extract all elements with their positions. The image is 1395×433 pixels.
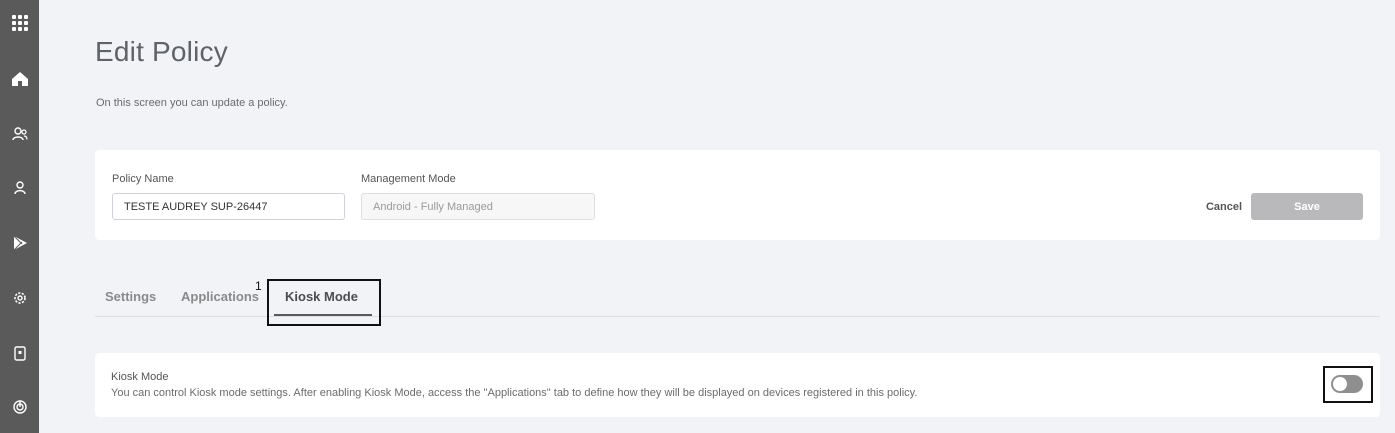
kiosk-mode-description: You can control Kiosk mode settings. Aft… bbox=[111, 387, 918, 399]
save-button[interactable]: Save bbox=[1251, 193, 1363, 220]
toggle-annotation-box bbox=[1323, 366, 1373, 403]
power-icon[interactable] bbox=[0, 392, 39, 422]
policy-form-card: Policy Name Management Mode Cancel Save bbox=[95, 150, 1380, 240]
tab-settings[interactable]: Settings bbox=[105, 289, 156, 304]
settings-gear-icon[interactable] bbox=[0, 283, 39, 313]
policy-name-label: Policy Name bbox=[112, 173, 174, 185]
page-subtitle: On this screen you can update a policy. bbox=[96, 97, 288, 109]
user-icon[interactable] bbox=[0, 173, 39, 203]
device-icon[interactable] bbox=[0, 338, 39, 368]
cancel-button[interactable]: Cancel bbox=[1193, 193, 1255, 220]
page-title: Edit Policy bbox=[95, 36, 228, 67]
play-store-icon[interactable] bbox=[0, 228, 39, 258]
kiosk-mode-title: Kiosk Mode bbox=[111, 371, 169, 383]
management-mode-field bbox=[361, 193, 595, 220]
sidebar bbox=[0, 0, 39, 433]
tab-applications[interactable]: Applications bbox=[181, 289, 259, 304]
main-content: Edit Policy On this screen you can updat… bbox=[39, 0, 1395, 433]
annotation-number: 1 bbox=[255, 279, 262, 293]
apps-grid-icon[interactable] bbox=[0, 8, 39, 38]
users-icon[interactable] bbox=[0, 119, 39, 149]
policy-name-input[interactable] bbox=[112, 193, 345, 220]
home-icon[interactable] bbox=[0, 64, 39, 94]
kiosk-mode-card: Kiosk Mode You can control Kiosk mode se… bbox=[95, 353, 1380, 417]
annotation-highlight-box bbox=[267, 279, 381, 326]
management-mode-label: Management Mode bbox=[361, 173, 456, 185]
